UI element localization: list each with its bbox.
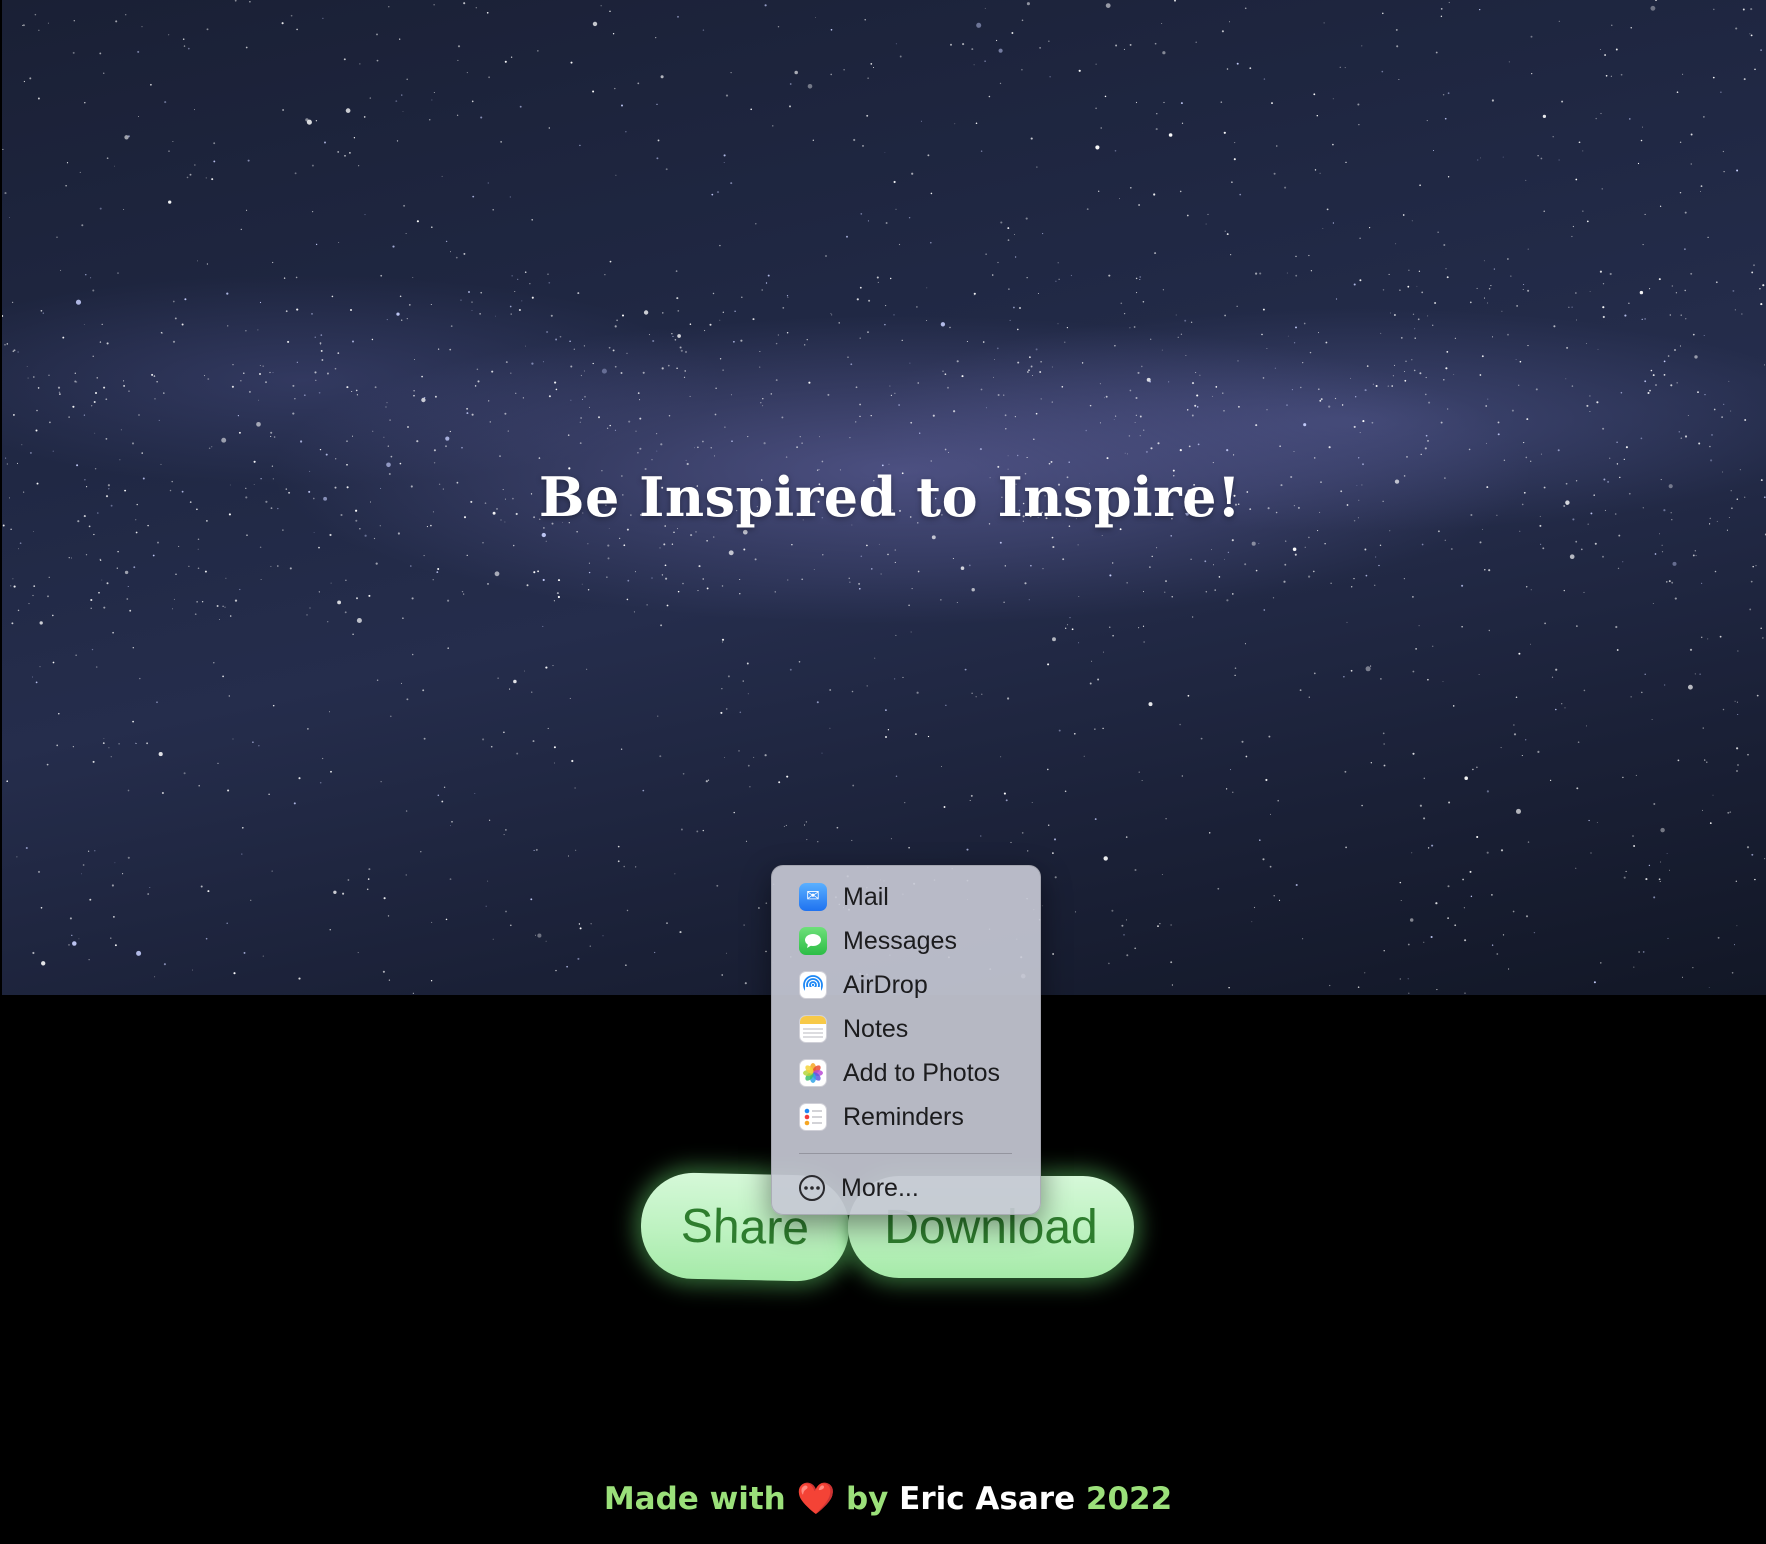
share-menu-item-reminders[interactable]: Reminders: [772, 1095, 1040, 1139]
share-menu: ✉ Mail Messages AirDrop Notes Add to Pho…: [771, 865, 1041, 1215]
share-menu-item-more[interactable]: More...: [772, 1166, 1040, 1210]
menu-item-label: Messages: [843, 926, 957, 955]
footer-year: 2022: [1085, 1481, 1173, 1517]
menu-item-label: Reminders: [843, 1102, 964, 1131]
more-icon: [799, 1175, 825, 1201]
share-menu-item-messages[interactable]: Messages: [772, 919, 1040, 963]
airdrop-icon: [799, 971, 827, 999]
footer-prefix: Made with: [603, 1481, 786, 1517]
share-menu-item-notes[interactable]: Notes: [772, 1007, 1040, 1051]
footer-credit: Made with ❤️ by Eric Asare 2022: [0, 1480, 1766, 1517]
notes-icon: [799, 1015, 827, 1043]
page: Be Inspired to Inspire! Share Download ✉…: [0, 0, 1766, 1544]
mail-icon: ✉: [799, 883, 827, 911]
menu-divider: [799, 1153, 1012, 1154]
share-menu-item-airdrop[interactable]: AirDrop: [772, 963, 1040, 1007]
menu-item-label: AirDrop: [843, 970, 928, 999]
starry-sky-hero: Be Inspired to Inspire!: [2, 0, 1766, 995]
footer-by: by: [845, 1481, 889, 1517]
menu-item-label: Add to Photos: [843, 1058, 1001, 1087]
menu-item-label: Notes: [843, 1014, 909, 1043]
heart-icon: ❤️: [796, 1481, 836, 1517]
photos-icon: [799, 1059, 827, 1087]
reminders-icon: [799, 1103, 827, 1131]
footer-author: Eric Asare: [899, 1481, 1076, 1517]
menu-item-label: Mail: [843, 882, 889, 911]
share-menu-item-photos[interactable]: Add to Photos: [772, 1051, 1040, 1095]
hero-title: Be Inspired to Inspire!: [538, 465, 1242, 529]
messages-icon: [799, 927, 827, 955]
menu-item-label: More...: [841, 1173, 919, 1202]
share-menu-item-mail[interactable]: ✉ Mail: [772, 875, 1040, 919]
